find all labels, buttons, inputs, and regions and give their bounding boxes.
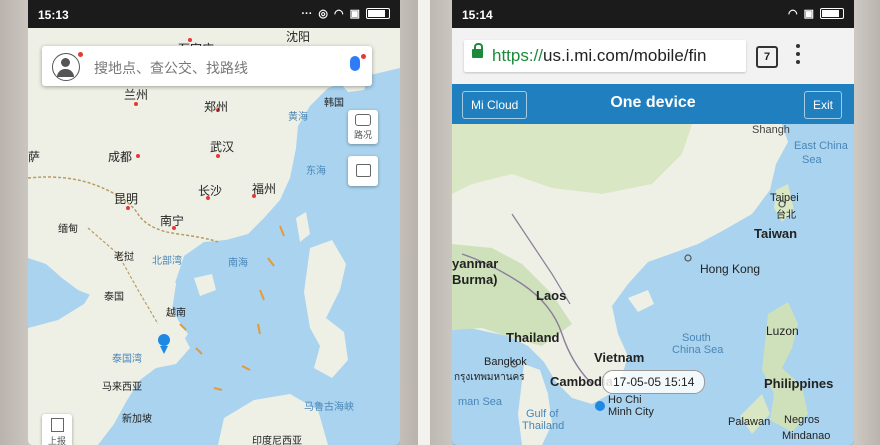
map-label: Gulf of (526, 408, 559, 420)
url-host-path: us.i.mi.com/mobile/fin (543, 46, 707, 65)
alarm-icon: ◎ (318, 8, 328, 20)
map-labels: 石家庄 沈阳 兰州 郑州 韩国 黄海 萨 成都 武汉 东海 昆明 长沙 福州 缅… (28, 28, 400, 445)
map-label: Thailand (522, 420, 565, 432)
traffic-label: 路况 (353, 131, 372, 141)
url-text: https://us.i.mi.com/mobile/fin (492, 46, 706, 66)
map-label: Minh City (608, 406, 654, 418)
map-label: Ho Chi (608, 394, 642, 406)
photo-divider (418, 0, 430, 445)
map-label: Mindanao (782, 430, 831, 442)
traffic-button[interactable]: 路况 (348, 110, 378, 144)
map-label: 越南 (166, 308, 186, 319)
map-label: 郑州 (204, 100, 229, 114)
map-label: South (682, 332, 711, 344)
map-label: 东海 (306, 166, 326, 177)
layers-icon (355, 164, 371, 177)
sim-icon: ▣ (803, 8, 814, 20)
map-label: 萨 (28, 150, 41, 164)
microphone-icon[interactable] (350, 56, 360, 71)
map-label: Hong Kong (700, 262, 761, 276)
report-icon (50, 418, 64, 432)
map-label: Taipei (770, 192, 799, 204)
url-scheme: https:// (492, 46, 544, 65)
notification-dot (78, 52, 83, 57)
wifi-icon: ◠ (333, 8, 344, 20)
battery-icon (366, 8, 390, 19)
map-label: 泰国湾 (112, 354, 142, 365)
wifi-icon: ◠ (787, 8, 798, 20)
device-timestamp-bubble[interactable]: 17-05-05 15:14 (602, 370, 706, 394)
map-label: Sea (802, 154, 822, 166)
device-map[interactable]: Shangh East China Sea Taipei 台北 Taiwan H… (452, 124, 854, 445)
map-label: 兰州 (124, 88, 149, 102)
map-label: man Sea (458, 396, 503, 408)
map-label: Thailand (506, 330, 560, 345)
sim-icon: ▣ (349, 8, 360, 20)
mi-cloud-header: Mi Cloud One device Exit (452, 84, 854, 124)
search-input[interactable]: 搜地点、查公交、找路线 (94, 58, 248, 78)
left-phone-screen: 15:13 ··· ◎ ◠ ▣ 沈阳 兰州 郑州 韩国 黄海 萨 成都 武汉 东… (28, 0, 400, 445)
map-label: Negros (784, 414, 820, 426)
map-label: Shangh (752, 124, 790, 136)
status-icons: ··· ◎ ◠ ▣ (301, 7, 390, 20)
battery-icon (820, 8, 844, 19)
notification-dot (361, 54, 366, 59)
left-phone-photo: 15:13 ··· ◎ ◠ ▣ 沈阳 兰州 郑州 韩国 黄海 萨 成都 武汉 东… (0, 0, 418, 445)
search-bar[interactable]: 搜地点、查公交、找路线 (42, 46, 372, 86)
tabs-button[interactable]: 7 (756, 46, 778, 68)
map-label: 韩国 (324, 98, 344, 109)
map-label: yanmar (452, 256, 499, 271)
lock-icon (472, 43, 483, 58)
map-label: 沈阳 (286, 30, 311, 44)
map-label: Laos (536, 288, 567, 303)
report-button[interactable]: 上报 (42, 414, 72, 445)
url-bar[interactable]: https://us.i.mi.com/mobile/fin (464, 40, 746, 72)
map-view[interactable]: 石家庄 沈阳 兰州 郑州 韩国 黄海 萨 成都 武汉 东海 昆明 长沙 福州 缅… (28, 28, 400, 445)
map-label: 黄海 (288, 112, 308, 123)
map-label: 印度尼西亚 (252, 436, 302, 445)
map-label: Taiwan (754, 226, 798, 241)
map-label: 南宁 (160, 214, 185, 228)
map-label: 长沙 (198, 184, 223, 198)
map-label: 新加坡 (122, 414, 152, 425)
map-label: Luzon (766, 324, 799, 338)
right-phone-photo: 15:14 ◠ ▣ https://us.i.mi.com/mobile/fin… (430, 0, 880, 445)
map-label: 老挝 (114, 252, 134, 263)
more-menu-icon[interactable] (796, 44, 800, 66)
map-label: 马来西亚 (102, 382, 142, 393)
map-label: 南海 (228, 258, 248, 269)
report-label: 上报 (47, 437, 66, 445)
exit-button[interactable]: Exit (803, 91, 842, 119)
map-label: 福州 (252, 182, 277, 196)
map-label: 缅甸 (58, 224, 78, 235)
browser-toolbar: https://us.i.mi.com/mobile/fin 7 (452, 28, 854, 84)
status-icons: ◠ ▣ (788, 7, 844, 20)
map-label: Vietnam (594, 350, 645, 365)
status-bar: 15:14 ◠ ▣ (452, 0, 854, 28)
map-label: 马鲁古海峡 (304, 402, 354, 413)
layers-button[interactable] (348, 156, 378, 186)
page-title: One device (610, 94, 696, 111)
right-phone-screen: 15:14 ◠ ▣ https://us.i.mi.com/mobile/fin… (452, 0, 854, 445)
map-label: 武汉 (210, 140, 235, 154)
map-label: East China (794, 140, 848, 152)
map-label: 成都 (108, 150, 133, 164)
map-label: Philippines (764, 376, 834, 391)
map-label: 昆明 (114, 192, 139, 206)
map-label: Bangkok (484, 356, 527, 368)
map-label: 北部湾 (152, 256, 182, 267)
map-label: 台北 (776, 210, 796, 221)
dots-icon: ··· (301, 7, 313, 20)
map-labels: Shangh East China Sea Taipei 台北 Taiwan H… (452, 124, 854, 445)
avatar-icon[interactable] (52, 53, 80, 81)
map-label: 泰国 (104, 292, 124, 303)
status-time: 15:13 (38, 8, 69, 22)
status-bar: 15:13 ··· ◎ ◠ ▣ (28, 0, 400, 28)
map-label: China Sea (672, 344, 724, 356)
map-label: กรุงเทพมหานคร (454, 372, 525, 383)
status-time: 15:14 (462, 8, 493, 22)
traffic-icon (355, 114, 371, 126)
map-label: Burma) (452, 272, 498, 287)
map-label: Palawan (728, 416, 771, 428)
